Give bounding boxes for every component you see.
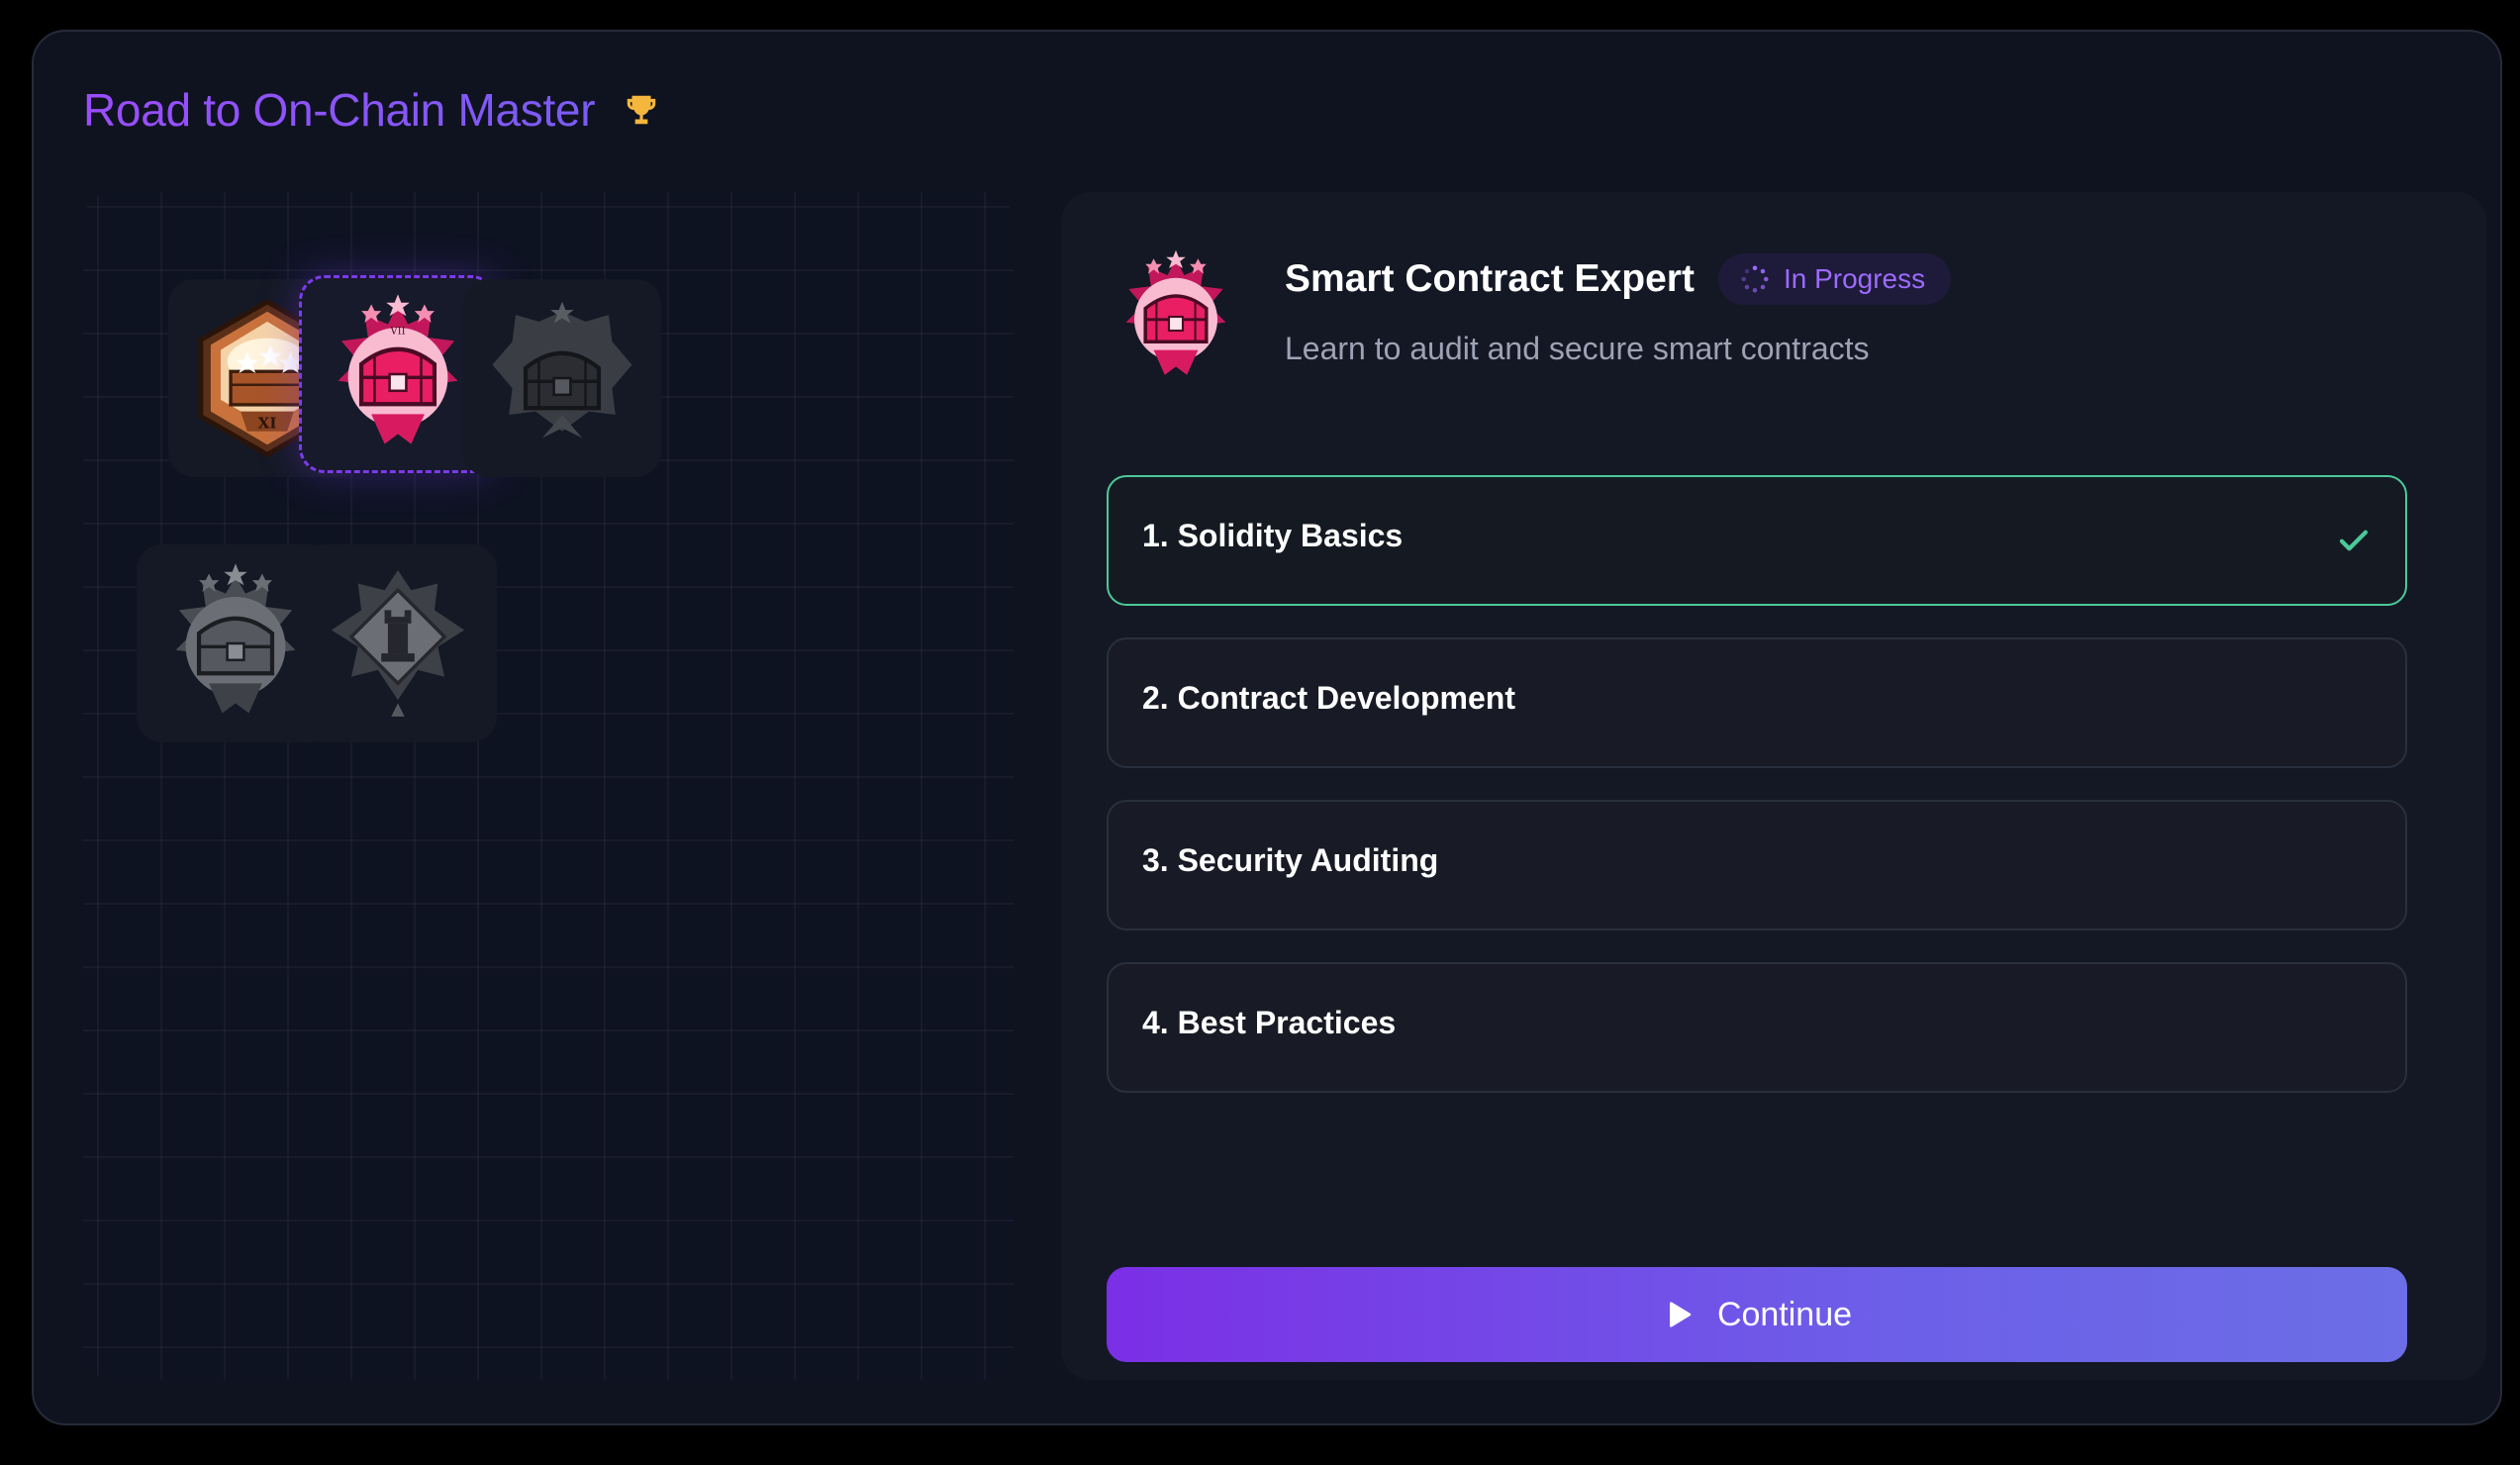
step-label: 4. Best Practices: [1142, 1004, 1397, 1040]
step-label: 3. Security Auditing: [1142, 841, 1439, 878]
steps-list: 1. Solidity Basics 2. Contract Developme…: [1107, 475, 2407, 1124]
page-title: Road to On-Chain Master: [83, 84, 596, 136]
achievement-name-row: Smart Contract Expert In Progress: [1285, 253, 1952, 305]
svg-text:VII: VII: [389, 327, 405, 338]
gray-chest-icon-2: [175, 563, 296, 714]
step-item-3[interactable]: 3. Security Auditing: [1107, 800, 2407, 930]
achievement-detail-panel: Smart Contract Expert In Progress Learn …: [1061, 192, 2486, 1380]
path-card: Road to On-Chain Master XI VII Smart Con…: [32, 30, 2502, 1425]
title-row: Road to On-Chain Master: [83, 83, 660, 137]
achievement-description: Learn to audit and secure smart contract…: [1285, 331, 1870, 366]
achievement-name: Smart Contract Expert: [1285, 257, 1695, 300]
svg-text:XI: XI: [258, 414, 277, 432]
step-label: 1. Solidity Basics: [1142, 517, 1404, 553]
gray-chest-icon: [492, 301, 632, 439]
gray-chest-badge[interactable]: [463, 279, 661, 477]
continue-label: Continue: [1716, 1295, 1853, 1333]
status-label: In Progress: [1783, 263, 1926, 294]
step-item-2[interactable]: 2. Contract Development: [1107, 637, 2407, 768]
badge-grid: XI VII: [83, 192, 1014, 1380]
achievement-header: Smart Contract Expert In Progress Learn …: [1107, 247, 1952, 391]
step-label: 2. Contract Development: [1142, 679, 1515, 716]
pink-chest-icon-large: [1107, 247, 1245, 391]
spinner-icon: [1741, 265, 1769, 293]
achievement-header-text: Smart Contract Expert In Progress Learn …: [1285, 247, 1952, 367]
pink-chest-icon: VII: [338, 294, 458, 444]
trophy-icon: [627, 95, 656, 125]
check-icon: [2339, 530, 2369, 551]
play-icon: [1669, 1302, 1692, 1327]
continue-button[interactable]: Continue: [1107, 1267, 2407, 1362]
gray-rook-icon: [331, 570, 465, 717]
step-item-4[interactable]: 4. Best Practices: [1107, 962, 2407, 1093]
step-item-1[interactable]: 1. Solidity Basics: [1107, 475, 2407, 606]
status-badge: In Progress: [1717, 253, 1952, 305]
gray-rook-badge[interactable]: [299, 544, 497, 742]
